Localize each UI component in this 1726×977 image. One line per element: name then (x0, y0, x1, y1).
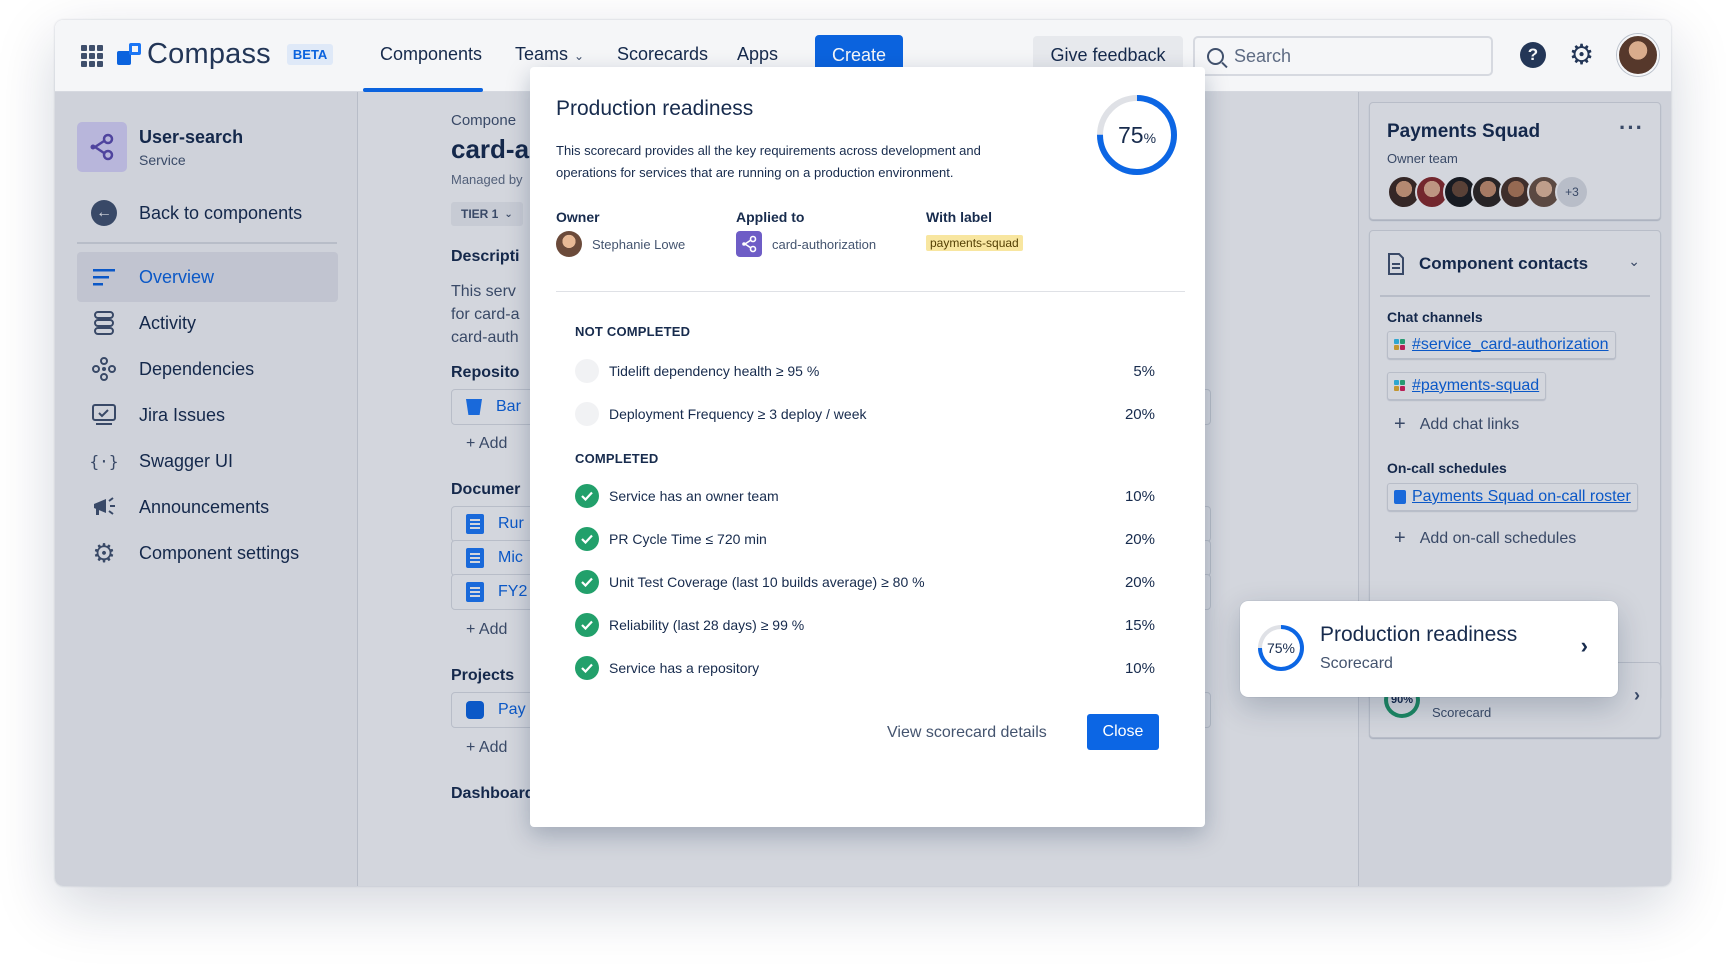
criterion-text: Service has a repository (609, 660, 760, 676)
criterion-text: Tidelift dependency health ≥ 95 % (609, 363, 820, 379)
criterion-row: Unit Test Coverage (last 10 builds avera… (575, 567, 1155, 597)
check-icon (575, 656, 599, 680)
scorecard-title: Production readiness (1320, 623, 1518, 646)
criterion-weight: 5% (1133, 362, 1155, 380)
score-value: 75% (1095, 93, 1179, 177)
modal-description: This scorecard provides all the key requ… (556, 143, 981, 180)
criterion-weight: 20% (1124, 530, 1155, 548)
incomplete-icon (575, 402, 599, 426)
chevron-right-icon: › (1580, 633, 1588, 658)
criterion-row: Service has a repository 10% (575, 653, 1155, 683)
modal-title: Production readiness (556, 97, 754, 120)
not-completed-heading: NOT COMPLETED (575, 324, 691, 339)
with-label-label: With label (926, 209, 992, 225)
check-icon (575, 613, 599, 637)
applied-to-name: card-authorization (772, 236, 877, 252)
criterion-text: Unit Test Coverage (last 10 builds avera… (609, 574, 925, 590)
score-unit: % (1143, 130, 1157, 146)
criterion-row: Service has an owner team 10% (575, 481, 1155, 511)
criterion-row: Tidelift dependency health ≥ 95 % 5% (575, 356, 1155, 386)
production-readiness-scorecard[interactable]: 75% Production readiness Scorecard › (1240, 601, 1618, 697)
criterion-weight: 10% (1124, 659, 1155, 677)
check-icon (575, 527, 599, 551)
criterion-text: Reliability (last 28 days) ≥ 99 % (609, 617, 805, 633)
criterion-weight: 20% (1124, 573, 1155, 591)
modal-divider (556, 291, 1185, 292)
production-readiness-score: 75% (1262, 629, 1300, 667)
close-button[interactable]: Close (1087, 714, 1159, 750)
owner-name: Stephanie Lowe (592, 236, 686, 252)
criterion-weight: 10% (1124, 487, 1155, 505)
criterion-text: Service has an owner team (609, 488, 779, 504)
owner-label: Owner (556, 209, 600, 225)
scorecard-modal: Production readiness This scorecard prov… (530, 67, 1205, 827)
criterion-row: Reliability (last 28 days) ≥ 99 % 15% (575, 610, 1155, 640)
score-number: 75 (1117, 121, 1144, 148)
scorecard-subtitle: Scorecard (1320, 655, 1393, 672)
completed-heading: COMPLETED (575, 451, 659, 466)
owner-value[interactable]: Stephanie Lowe (556, 231, 685, 257)
criterion-weight: 20% (1124, 405, 1155, 423)
criterion-text: PR Cycle Time ≤ 720 min (609, 531, 767, 547)
criterion-text: Deployment Frequency ≥ 3 deploy / week (609, 406, 867, 422)
criterion-row: Deployment Frequency ≥ 3 deploy / week 2… (575, 399, 1155, 429)
applied-to-label: Applied to (736, 209, 805, 225)
with-label-value[interactable]: payments-squad (926, 235, 1023, 251)
criterion-row: PR Cycle Time ≤ 720 min 20% (575, 524, 1155, 554)
production-readiness-score-ring: 75% (1258, 625, 1304, 671)
owner-avatar (556, 231, 582, 257)
service-icon (736, 231, 762, 257)
criterion-weight: 15% (1124, 616, 1155, 634)
view-scorecard-details-button[interactable]: View scorecard details (887, 724, 1047, 742)
incomplete-icon (575, 359, 599, 383)
applied-to-value[interactable]: card-authorization (736, 231, 876, 257)
check-icon (575, 570, 599, 594)
check-icon (575, 484, 599, 508)
label-tag: payments-squad (926, 235, 1023, 251)
